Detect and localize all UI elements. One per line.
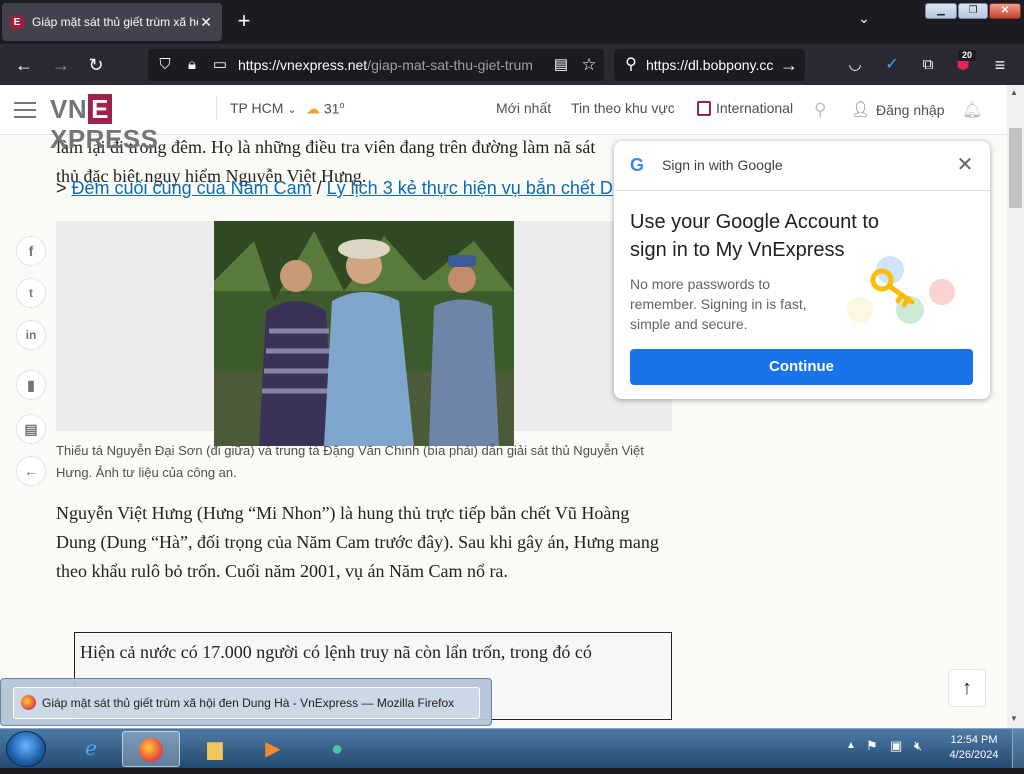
taskbar-preview-item[interactable]: Giáp mặt sát thủ giết trùm xã hội đen Du… bbox=[13, 687, 480, 719]
article-photo[interactable] bbox=[214, 221, 514, 446]
tab-title: Giáp mặt sát thủ giết trùm xã hội bbox=[32, 15, 198, 29]
tab-active[interactable]: E Giáp mặt sát thủ giết trùm xã hội ✕ bbox=[2, 3, 222, 41]
scroll-down-icon[interactable]: ▼ bbox=[1010, 714, 1018, 723]
search-input[interactable]: https://dl.bobpony.cc bbox=[646, 57, 774, 75]
passkey-illustration-icon bbox=[847, 256, 955, 324]
nav-international[interactable]: International bbox=[716, 100, 793, 116]
weather-cloud-icon: ☁ bbox=[306, 100, 320, 117]
vnexpress-favicon-icon: E bbox=[10, 15, 24, 29]
explorer-folder-icon[interactable]: ▆ bbox=[186, 731, 244, 767]
temperature-unit: o bbox=[339, 100, 345, 110]
logo-part: XPRESS bbox=[50, 124, 159, 154]
related-link-2[interactable]: Lý lịch 3 kẻ thực hiện vụ bắn chết D bbox=[327, 178, 613, 198]
window-minimize-button[interactable]: ▁ bbox=[925, 3, 957, 19]
firefox-icon bbox=[21, 695, 36, 710]
vnexpress-logo[interactable]: VN EXPRESS bbox=[50, 94, 202, 154]
scroll-to-top-button[interactable]: ↑ bbox=[948, 669, 986, 707]
window-restore-button[interactable]: ❐ bbox=[958, 3, 988, 19]
new-tab-button[interactable]: + bbox=[232, 10, 256, 34]
user-icon: 👤︎ bbox=[851, 101, 871, 118]
url-host: https://vnexpress.net bbox=[238, 57, 368, 73]
twitter-share-icon[interactable]: t bbox=[16, 278, 46, 308]
clock-date: 4/26/2024 bbox=[949, 749, 999, 761]
lock-icon[interactable]: 🔒︎ bbox=[179, 52, 205, 78]
reload-icon[interactable]: ↻ bbox=[83, 52, 109, 78]
action-center-flag-icon[interactable]: ⚑ bbox=[866, 738, 878, 754]
temperature-value: 31 bbox=[323, 100, 340, 117]
show-hidden-icons[interactable]: ▲ bbox=[846, 740, 856, 751]
bookmark-star-icon[interactable]: ☆ bbox=[576, 52, 602, 78]
nav-regional[interactable]: Tin theo khu vực bbox=[571, 100, 675, 116]
international-icon bbox=[697, 101, 711, 116]
list-all-tabs-button[interactable]: ⌄ bbox=[852, 10, 876, 34]
url-path: /giap-mat-sat-thu-giet-trum bbox=[367, 57, 533, 73]
extensions-puzzle-icon[interactable]: ⧉ bbox=[915, 52, 941, 78]
bookmark-icon[interactable]: ▮ bbox=[16, 370, 46, 400]
scroll-up-icon[interactable]: ▲ bbox=[1010, 88, 1018, 97]
login-link[interactable]: Đăng nhập bbox=[876, 102, 945, 118]
forward-icon[interactable]: → bbox=[48, 52, 74, 78]
tracking-shield-icon[interactable]: ⛉ bbox=[152, 52, 178, 78]
related-link-1[interactable]: Đêm cuối cùng của Năm Cam bbox=[72, 178, 312, 198]
start-orb-button[interactable] bbox=[6, 731, 46, 767]
url-text[interactable]: https://vnexpress.net/giap-mat-sat-thu-g… bbox=[238, 57, 543, 75]
google-popup-body: No more passwords to remember. Signing i… bbox=[630, 276, 807, 332]
search-icon: ⚲ bbox=[625, 56, 637, 73]
pocket-icon[interactable]: ◡ bbox=[842, 52, 868, 78]
taskbar-firefox-button[interactable] bbox=[122, 731, 180, 767]
clock-time: 12:54 PM bbox=[950, 734, 998, 746]
notification-bell-icon[interactable]: 🔔︎ bbox=[962, 100, 982, 120]
related-prefix: > bbox=[56, 178, 67, 198]
system-clock[interactable]: 12:54 PM 4/26/2024 bbox=[940, 733, 1008, 763]
window-close-button[interactable]: ✕ bbox=[989, 3, 1021, 19]
photo-caption: Thiếu tá Nguyễn Đại Sơn (đi giữa) và tru… bbox=[56, 443, 644, 480]
scrollbar-thumb[interactable] bbox=[1009, 128, 1022, 208]
network-icon[interactable]: ▣ bbox=[890, 738, 902, 754]
extension-badge: 20 bbox=[958, 50, 976, 61]
linkedin-share-icon[interactable]: in bbox=[16, 320, 46, 350]
app-menu-icon[interactable]: ≡ bbox=[987, 52, 1013, 78]
google-logo-icon: G bbox=[630, 155, 645, 175]
facebook-share-icon[interactable]: f bbox=[16, 236, 46, 266]
logo-e: E bbox=[88, 94, 112, 124]
chevron-down-icon: ⌄ bbox=[287, 104, 297, 116]
permissions-icon[interactable]: ▭ bbox=[207, 52, 233, 78]
extension-check-icon[interactable]: ✓ bbox=[879, 52, 905, 78]
article-paragraph-main: Nguyễn Việt Hưng (Hưng “Mi Nhon”) là hun… bbox=[56, 503, 659, 581]
print-icon[interactable]: ▤ bbox=[16, 414, 46, 444]
weather-widget[interactable]: ☁ 31o bbox=[306, 100, 344, 118]
related-links: > Đêm cuối cùng của Năm Cam / Lý lịch 3 … bbox=[56, 178, 616, 199]
show-desktop-button[interactable] bbox=[1012, 729, 1024, 768]
volume-muted-icon[interactable]: 🔇︎ bbox=[914, 738, 922, 754]
site-search-icon[interactable]: ⚲ bbox=[814, 100, 826, 120]
tab-close-icon[interactable]: ✕ bbox=[198, 14, 214, 31]
media-player-icon[interactable]: ▶ bbox=[244, 731, 302, 767]
google-popup-title: Sign in with Google bbox=[662, 157, 783, 173]
back-icon[interactable]: ← bbox=[11, 52, 37, 78]
google-popup-close-icon[interactable]: ✕ bbox=[954, 154, 976, 176]
nav-latest[interactable]: Mới nhất bbox=[496, 100, 551, 116]
firefox-icon bbox=[139, 738, 163, 762]
logo-part: VN bbox=[50, 94, 88, 124]
header-divider bbox=[216, 96, 217, 120]
related-separator: / bbox=[316, 178, 322, 198]
internet-explorer-icon[interactable]: ℯ bbox=[62, 731, 120, 767]
note-text: Hiện cả nước có 17.000 người có lệnh tru… bbox=[80, 642, 592, 662]
go-arrow-icon[interactable]: → bbox=[776, 52, 802, 78]
location-select[interactable]: TP HCM ⌄ bbox=[230, 100, 297, 116]
hamburger-menu-icon[interactable] bbox=[14, 102, 36, 118]
location-label: TP HCM bbox=[230, 100, 284, 116]
google-continue-button[interactable]: Continue bbox=[630, 349, 973, 385]
back-arrow-icon[interactable]: ← bbox=[16, 456, 46, 486]
google-popup-divider bbox=[614, 190, 990, 191]
reader-view-icon[interactable]: ▤ bbox=[548, 52, 574, 78]
app-icon[interactable]: ● bbox=[308, 731, 366, 767]
